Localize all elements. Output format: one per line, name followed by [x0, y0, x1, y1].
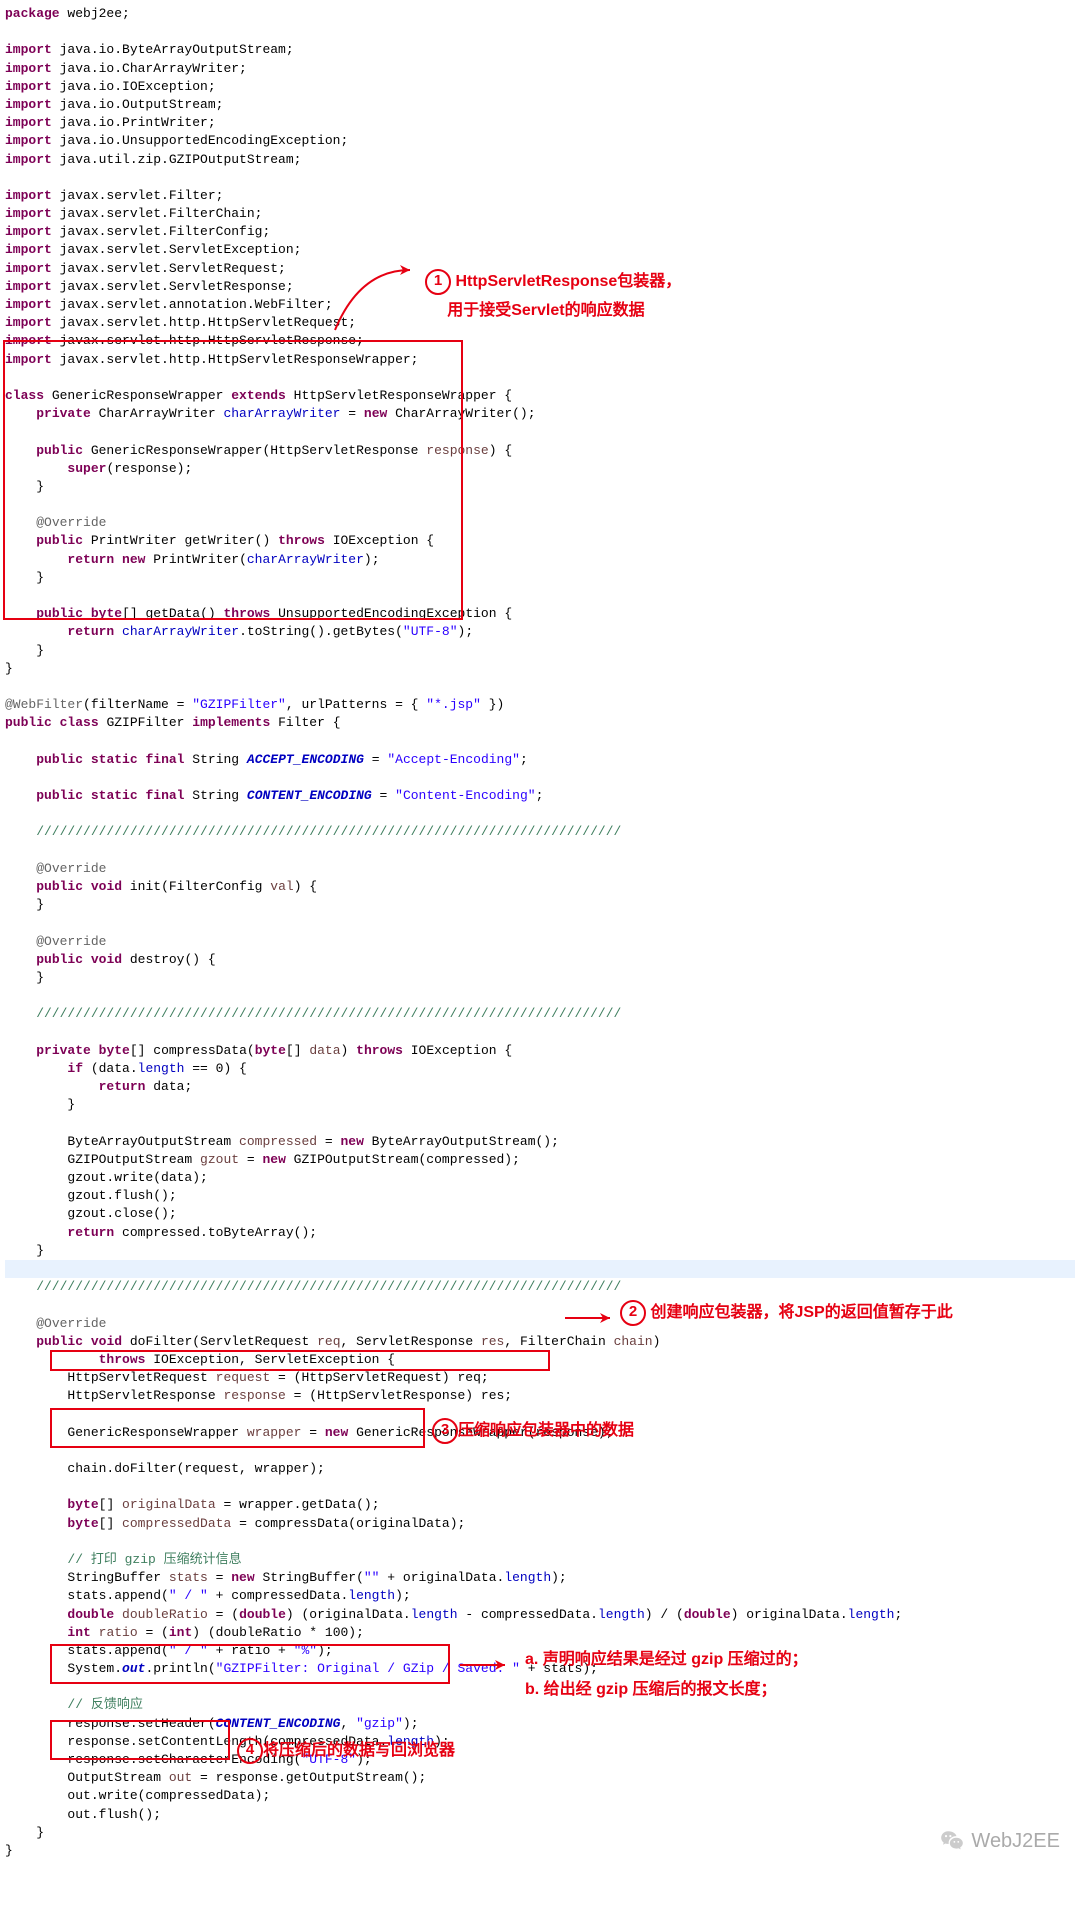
annotation-4ab: a. 声明响应结果是经过 gzip 压缩过的； b. 给出经 gzip 压缩后的…	[525, 1645, 808, 1706]
annotation-3: 3压缩响应包装器中的数据	[432, 1418, 634, 1444]
annotation-1: 1 HttpServletResponse包装器， 用于接受Servlet的响应…	[425, 268, 681, 326]
watermark: WebJ2EE	[939, 1827, 1060, 1855]
annotation-2: 2 创建响应包装器，将JSP的返回值暂存于此	[620, 1300, 953, 1326]
annotation-5: 4将压缩后的数据写回浏览器	[237, 1738, 455, 1764]
wechat-icon	[939, 1828, 965, 1854]
